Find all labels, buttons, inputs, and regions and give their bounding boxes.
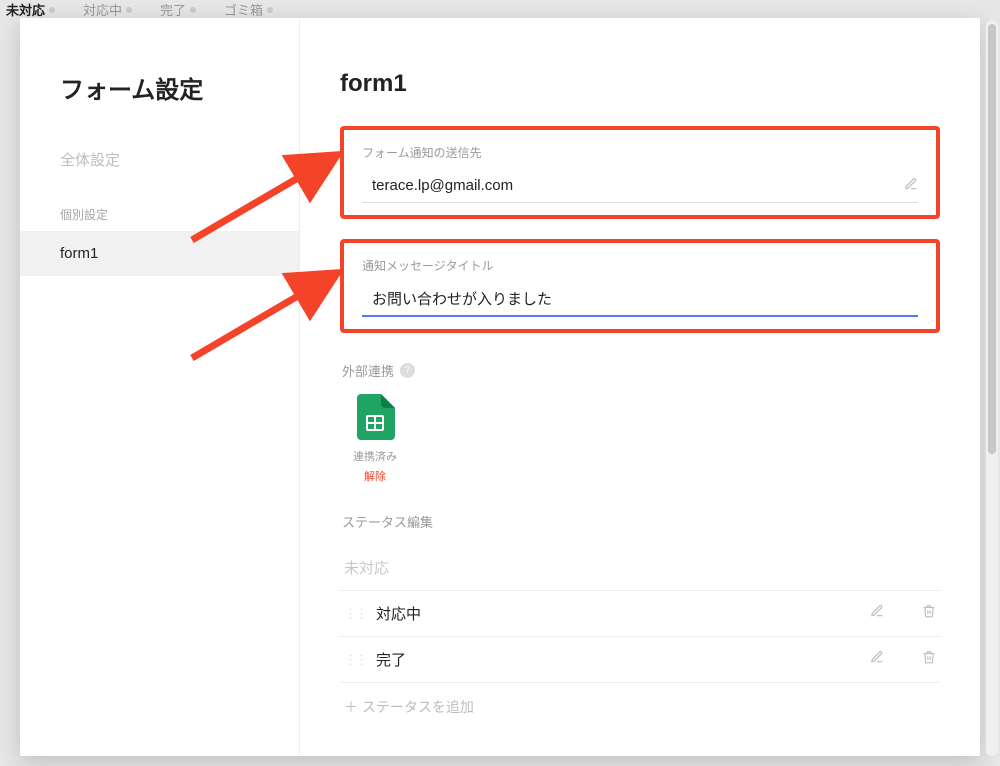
notification-recipient-block: フォーム通知の送信先 terace.lp@gmail.com [340, 126, 940, 219]
settings-main: form1 フォーム通知の送信先 terace.lp@gmail.com 通知メ… [300, 18, 980, 756]
help-icon[interactable]: ? [400, 363, 415, 378]
integration-section-label: 外部連携 ? [342, 361, 940, 380]
add-status-button[interactable]: ＋ ステータスを追加 [340, 683, 940, 731]
field-label: フォーム通知の送信先 [362, 144, 918, 161]
drag-handle-icon[interactable]: ⋮⋮ [344, 652, 366, 668]
bg-tab[interactable]: 未対応 [6, 0, 55, 19]
status-row: ⋮⋮ 完了 [340, 637, 940, 683]
pencil-icon[interactable] [870, 604, 884, 623]
background-tabs: 未対応 対応中 完了 ゴミ箱 [0, 0, 1000, 20]
status-list: 未対応 ⋮⋮ 対応中 ⋮⋮ 完了 [340, 545, 940, 731]
notification-recipient-row[interactable]: terace.lp@gmail.com [362, 173, 918, 203]
bg-tab[interactable]: ゴミ箱 [224, 0, 273, 19]
pencil-icon[interactable] [870, 650, 884, 669]
bg-tab[interactable]: 完了 [160, 0, 196, 19]
trash-icon[interactable] [922, 604, 936, 623]
notification-title-block: 通知メッセージタイトル [340, 239, 940, 333]
sidebar-title: フォーム設定 [20, 70, 299, 139]
sidebar-global-link[interactable]: 全体設定 [20, 139, 299, 180]
status-row-placeholder: 未対応 [340, 545, 940, 591]
status-row: ⋮⋮ 対応中 [340, 591, 940, 637]
settings-sidebar: フォーム設定 全体設定 個別設定 form1 [20, 18, 300, 756]
notification-recipient-value: terace.lp@gmail.com [372, 177, 904, 194]
google-sheets-icon[interactable] [355, 394, 395, 440]
sidebar-section-label: 個別設定 [20, 180, 299, 231]
window-scrollbar[interactable] [986, 20, 998, 756]
trash-icon[interactable] [922, 650, 936, 669]
status-name: 完了 [376, 649, 860, 670]
notification-title-input[interactable] [372, 290, 918, 307]
status-edit-label: ステータス編集 [342, 512, 940, 531]
field-label: 通知メッセージタイトル [362, 257, 918, 274]
status-name: 対応中 [376, 603, 860, 624]
status-placeholder: 未対応 [344, 557, 936, 578]
drag-handle-icon[interactable]: ⋮⋮ [344, 606, 366, 622]
bg-tab[interactable]: 対応中 [83, 0, 132, 19]
integration-item: 連携済み 解除 [340, 394, 410, 484]
integration-unlink[interactable]: 解除 [364, 468, 386, 484]
page-title: form1 [340, 70, 940, 98]
form-settings-modal: フォーム設定 全体設定 個別設定 form1 form1 フォーム通知の送信先 … [20, 18, 980, 756]
notification-title-row[interactable] [362, 286, 918, 317]
sidebar-item-form1[interactable]: form1 [20, 231, 299, 276]
pencil-icon[interactable] [904, 177, 918, 194]
integration-status: 連携済み [353, 448, 397, 464]
